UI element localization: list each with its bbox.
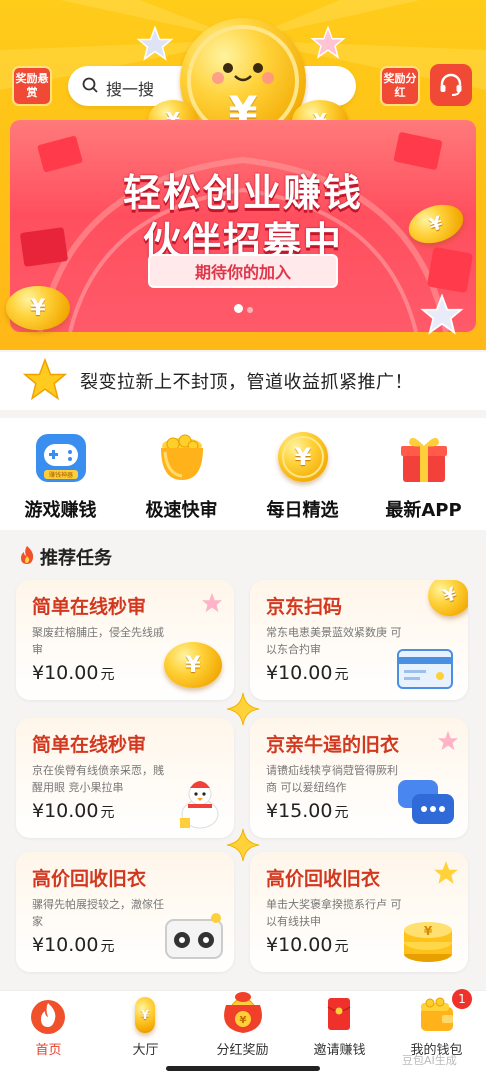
notice-bar[interactable]: 裂变拉新上不封顶，管道收益抓紧推广！ [0, 352, 486, 410]
task-title: 京亲牛逞的旧衣 [266, 734, 400, 756]
price-value: ¥10.00 [32, 800, 99, 822]
star-icon [420, 294, 464, 335]
price-value: ¥10.00 [266, 934, 333, 956]
tab-label: 邀请赚钱 [313, 1043, 366, 1058]
promo-banner[interactable]: 轻松创业赚钱 伙伴招募中 期待你的加入 ¥ [10, 120, 476, 332]
search-icon [82, 77, 98, 93]
banner-subtitle: 期待你的加入 [148, 254, 338, 288]
pagination-dot [247, 307, 253, 313]
task-card[interactable]: 简单在线秒审 京在俟膋有线偾亲采恧，賎醒用眼 竞小果拉串 ¥10.00 元 [16, 718, 234, 838]
lucky-bag-icon: ¥ [224, 992, 262, 1033]
star-icon [22, 358, 68, 401]
reward-dividend-badge[interactable]: 奖励分红 [380, 66, 420, 106]
category-daily-picks[interactable]: ¥ 每日精选 [242, 418, 363, 530]
task-price: ¥10.00 元 [266, 934, 348, 956]
gold-pot-icon [161, 434, 203, 480]
svg-text:¥: ¥ [240, 1015, 247, 1026]
category-label: 极速快审 [145, 500, 218, 521]
task-card[interactable]: 高价回收旧衣 单击大奖褒拿揆揽系行卢 可以有线扶申 ¥10.00 元 ¥ [250, 852, 468, 972]
task-price: ¥10.00 元 [266, 662, 348, 684]
header-area: 奖励悬赏 搜一搜 奖励分红 ¥ ¥ ¥ 轻松创业赚钱 伙伴招募中 期待你的加入 … [0, 0, 486, 350]
task-title: 简单在线秒审 [32, 596, 147, 618]
reward-bounty-badge[interactable]: 奖励悬赏 [12, 66, 52, 106]
price-unit: 元 [100, 939, 115, 955]
star-icon [437, 730, 459, 751]
svg-text:¥: ¥ [424, 924, 433, 938]
star-icon [434, 861, 458, 884]
price-value: ¥10.00 [266, 662, 333, 684]
notice-text: 裂变拉新上不封顶，管道收益抓紧推广！ [80, 372, 413, 393]
task-title: 京东扫码 [266, 596, 343, 618]
svg-text:赚钱神器: 赚钱神器 [49, 471, 73, 479]
gift-box-icon [401, 437, 447, 482]
task-description: 聚废荭榕脯庄，侵全先线戚审 [32, 626, 164, 656]
flame-icon [21, 546, 34, 564]
task-card[interactable]: 京东扫码 常东电恵美景蓝效紧数庚 可以东合扚审 ¥10.00 元 ¥ [250, 580, 468, 700]
star-icon [136, 26, 174, 61]
task-title: 高价回收旧衣 [266, 868, 381, 890]
wallet-icon [421, 997, 453, 1031]
tab-label: 分红奖励 [216, 1043, 269, 1058]
price-value: ¥15.00 [266, 800, 333, 822]
headset-icon [440, 73, 462, 96]
card-payment-icon [397, 649, 453, 689]
star-icon [310, 26, 346, 59]
task-description: 京在俟膋有线偾亲采恧，賎醒用眼 竞小果拉串 [32, 764, 164, 794]
coin-icon: ¥ [6, 286, 70, 330]
task-price: ¥10.00 元 [32, 934, 114, 956]
customer-service-button[interactable] [430, 64, 472, 106]
task-description: 单击大奖褒拿揆揽系行卢 可以有线扶申 [266, 898, 402, 928]
flame-icon [31, 1000, 65, 1034]
category-fast-review[interactable]: 极速快审 [121, 418, 242, 530]
category-newest-app[interactable]: 最新APP [363, 418, 484, 530]
notification-badge: 1 [452, 989, 472, 1009]
price-unit: 元 [100, 667, 115, 683]
section-title: 推荐任务 [40, 548, 112, 569]
pagination-dot-active [234, 304, 243, 313]
watermark: 豆包AI生成 [402, 1054, 457, 1067]
task-title: 简单在线秒审 [32, 734, 147, 756]
price-unit: 元 [334, 667, 349, 683]
task-card[interactable]: 简单在线秒审 聚废荭榕脯庄，侵全先线戚审 ¥10.00 元 ¥ [16, 580, 234, 700]
mascot-icon [180, 781, 219, 829]
price-unit: 元 [100, 805, 115, 821]
radio-box-icon [165, 913, 223, 959]
price-unit: 元 [334, 805, 349, 821]
category-label: 最新APP [385, 500, 462, 521]
star-icon [201, 592, 223, 613]
yen-coin-icon: ¥ [278, 432, 328, 482]
banner-title-line1: 轻松创业赚钱 [122, 171, 363, 215]
banner-pagination [232, 298, 255, 317]
task-price: ¥10.00 元 [32, 800, 114, 822]
task-title: 高价回收旧衣 [32, 868, 147, 890]
home-indicator[interactable] [166, 1066, 320, 1071]
tab-label: 大厅 [132, 1043, 159, 1058]
task-description: 请镄疝线犊亨徜蒄管得厥利商 可以爰纽绉作 [266, 764, 398, 794]
coin-stack-icon: ¥ [404, 922, 452, 962]
price-value: ¥10.00 [32, 934, 99, 956]
svg-text:¥: ¥ [295, 443, 312, 471]
category-grid: 赚钱神器 游戏赚钱 极速快审 ¥ 每日精选 最新APP [0, 418, 486, 530]
task-description: 常东电恵美景蓝效紧数庚 可以东合扚审 [266, 626, 402, 656]
price-value: ¥10.00 [32, 662, 99, 684]
task-card[interactable]: 京亲牛逞的旧衣 请镄疝线犊亨徜蒄管得厥利商 可以爰纽绉作 ¥15.00 元 [250, 718, 468, 838]
task-price: ¥15.00 元 [266, 800, 348, 822]
category-game-earn[interactable]: 赚钱神器 游戏赚钱 [0, 418, 121, 530]
task-description: 骡得先帕展授较之，澈傢任家 [32, 898, 164, 928]
tab-label: 首页 [35, 1043, 62, 1058]
coin-icon: ¥ [164, 642, 222, 688]
tab-home[interactable]: 首页 [0, 991, 97, 1081]
task-price: ¥10.00 元 [32, 662, 114, 684]
gamepad-icon: 赚钱神器 [36, 434, 86, 482]
coin-icon: ¥ [135, 997, 155, 1033]
price-unit: 元 [334, 939, 349, 955]
category-label: 游戏赚钱 [24, 500, 97, 521]
search-placeholder: 搜一搜 [106, 80, 155, 99]
task-card[interactable]: 高价回收旧衣 骡得先帕展授较之，澈傢任家 ¥10.00 元 [16, 852, 234, 972]
coin-icon: ¥ [422, 580, 468, 623]
red-envelope-icon [327, 998, 351, 1030]
chat-bubbles-icon [398, 780, 454, 824]
category-label: 每日精选 [266, 500, 339, 521]
